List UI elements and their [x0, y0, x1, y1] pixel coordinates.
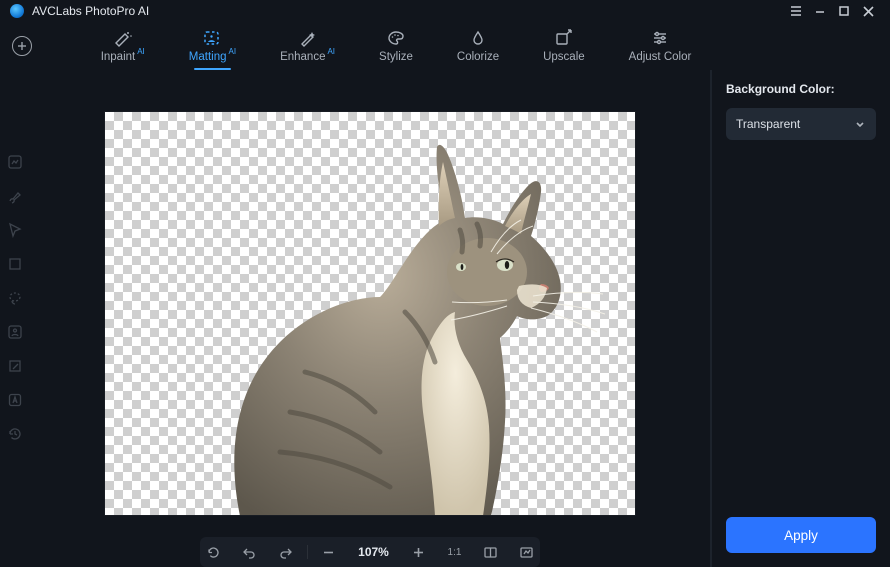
- ai-badge: AI: [137, 47, 145, 56]
- history-tool-icon[interactable]: [5, 424, 25, 444]
- canvas-area: 107% 1:1: [30, 70, 710, 567]
- text-tool-icon[interactable]: [5, 390, 25, 410]
- tool-upscale-label: Upscale: [543, 51, 585, 63]
- tool-colorize-label: Colorize: [457, 51, 499, 63]
- tool-inpaint[interactable]: InpaintAI: [101, 29, 145, 63]
- zoom-toolbar: 107% 1:1: [200, 537, 540, 567]
- background-color-value: Transparent: [736, 117, 800, 131]
- maximize-button[interactable]: [832, 0, 856, 22]
- portrait-tool-icon[interactable]: [5, 322, 25, 342]
- fit-screen-icon[interactable]: [482, 543, 500, 561]
- title-bar: AVCLabs PhotoPro AI: [0, 0, 890, 22]
- colorize-icon: [468, 29, 488, 47]
- tool-adjust-label: Adjust Color: [629, 51, 692, 63]
- zoom-value: 107%: [356, 545, 392, 559]
- lasso-tool-icon[interactable]: [5, 288, 25, 308]
- ai-badge: AI: [327, 47, 335, 56]
- tool-matting-label: Matting: [189, 51, 227, 63]
- compare-icon[interactable]: [518, 543, 536, 561]
- minimize-button[interactable]: [808, 0, 832, 22]
- tool-inpaint-label: Inpaint: [101, 51, 136, 63]
- tool-stylize[interactable]: Stylize: [379, 29, 413, 63]
- stylize-icon: [386, 29, 406, 47]
- tool-upscale[interactable]: Upscale: [543, 29, 585, 63]
- tool-enhance[interactable]: EnhanceAI: [280, 29, 335, 63]
- redo-icon[interactable]: [277, 543, 295, 561]
- subject-image: [105, 112, 635, 515]
- tool-colorize[interactable]: Colorize: [457, 29, 499, 63]
- inpaint-icon: [113, 29, 133, 47]
- panel-heading: Background Color:: [726, 82, 876, 96]
- select-tool-icon[interactable]: [5, 152, 25, 172]
- close-button[interactable]: [856, 0, 880, 22]
- chevron-down-icon: [854, 118, 866, 130]
- zoom-in-icon[interactable]: [410, 543, 428, 561]
- ai-badge: AI: [229, 47, 237, 56]
- tool-matting[interactable]: MattingAI: [189, 29, 236, 63]
- left-tool-strip: [0, 70, 30, 567]
- background-color-select[interactable]: Transparent: [726, 108, 876, 140]
- rect-tool-icon[interactable]: [5, 254, 25, 274]
- apply-button-label: Apply: [784, 528, 818, 543]
- brush-tool-icon[interactable]: [5, 186, 25, 206]
- enhance-icon: [298, 29, 318, 47]
- right-panel: Background Color: Transparent Apply: [710, 70, 890, 567]
- undo-icon[interactable]: [241, 543, 259, 561]
- matting-icon: [202, 29, 222, 47]
- menu-icon[interactable]: [784, 0, 808, 22]
- top-toolbar: InpaintAI MattingAI EnhanceAI Stylize Co…: [0, 22, 890, 70]
- cursor-tool-icon[interactable]: [5, 220, 25, 240]
- add-image-button[interactable]: [12, 36, 32, 56]
- upscale-icon: [554, 29, 574, 47]
- tool-enhance-label: Enhance: [280, 51, 325, 63]
- app-title: AVCLabs PhotoPro AI: [32, 4, 149, 18]
- adjust-icon: [650, 29, 670, 47]
- zoom-out-icon[interactable]: [320, 543, 338, 561]
- crop-tool-icon[interactable]: [5, 356, 25, 376]
- app-logo-icon: [10, 4, 24, 18]
- reset-view-icon[interactable]: [205, 543, 223, 561]
- tool-adjust-color[interactable]: Adjust Color: [629, 29, 692, 63]
- apply-button[interactable]: Apply: [726, 517, 876, 553]
- zoom-actual-icon[interactable]: 1:1: [446, 543, 464, 561]
- tool-stylize-label: Stylize: [379, 51, 413, 63]
- image-canvas[interactable]: [105, 112, 635, 515]
